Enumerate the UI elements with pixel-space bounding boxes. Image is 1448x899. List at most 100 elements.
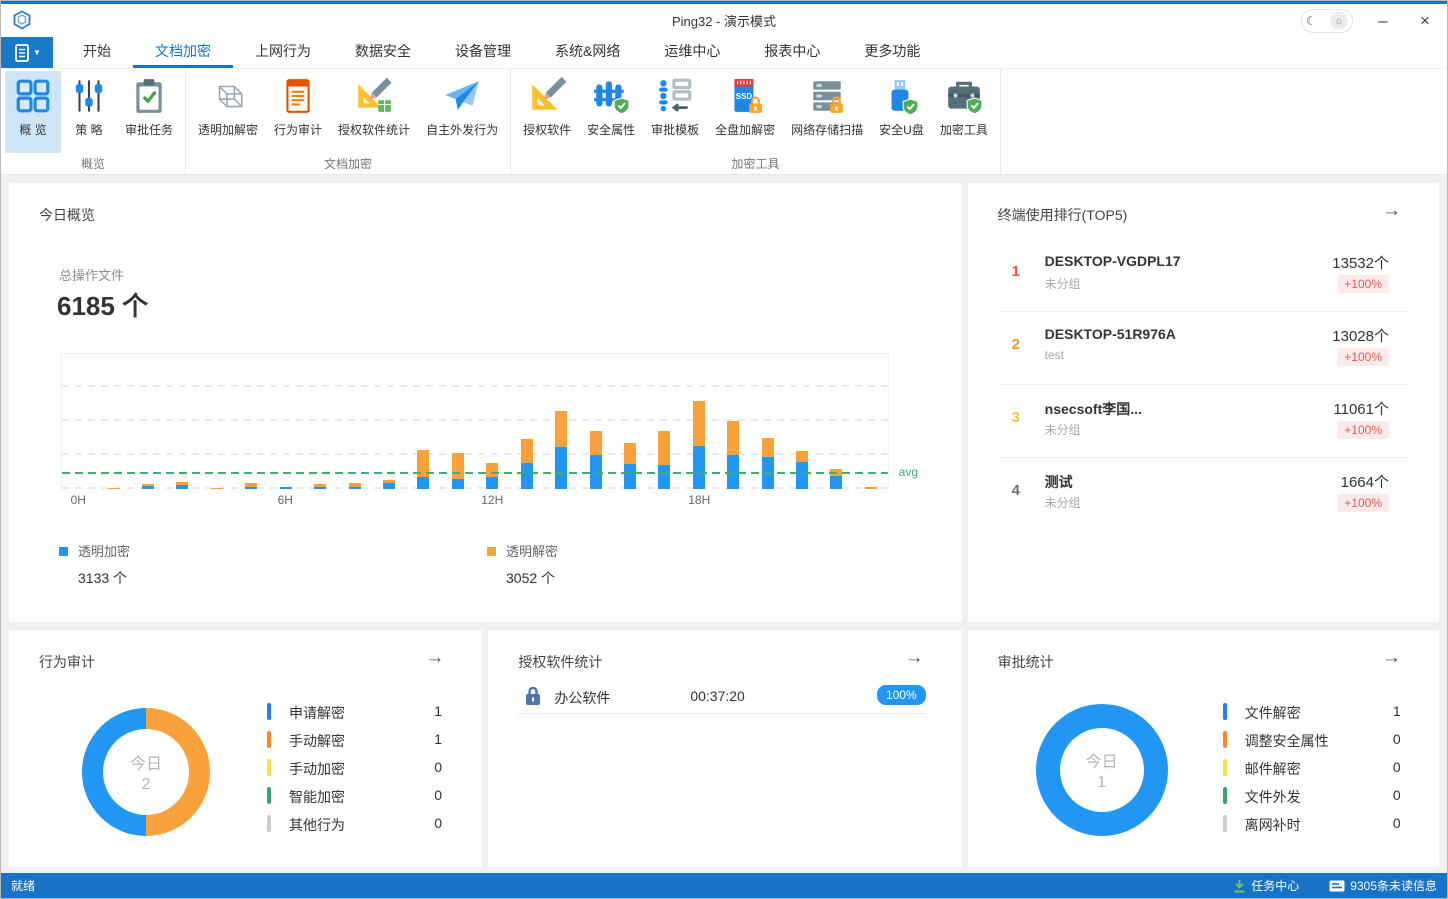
donut-center-value: 2 [142, 776, 151, 794]
stacked-bar [211, 488, 223, 489]
top5-row[interactable]: 2 DESKTOP-51R976A test 13028个 +100% [998, 312, 1409, 385]
behavior-audit-button[interactable]: 行为审计 [266, 71, 330, 153]
terminal-group: 未分组 [1045, 494, 1081, 511]
task-center-label: 任务中心 [1251, 877, 1299, 894]
tab-system-network[interactable]: 系统&网络 [533, 37, 642, 68]
arrow-right-icon[interactable]: → [1382, 648, 1401, 667]
tab-data-security[interactable]: 数据安全 [333, 37, 433, 68]
statusbar: 就绪 任务中心 9305条未读信息 [1, 873, 1447, 898]
tab-more-features[interactable]: 更多功能 [842, 37, 942, 68]
security-attribute-button[interactable]: 安全属性 [579, 71, 643, 153]
overview-button-label: 概 览 [19, 121, 46, 138]
bar-slot-0h [62, 354, 96, 489]
legend-label: 文件解密 [1245, 703, 1301, 723]
legend-label: 文件外发 [1245, 787, 1301, 807]
moon-icon[interactable]: ☾ [1306, 14, 1317, 28]
legend-mark [267, 759, 271, 776]
rank-number: 1 [1012, 263, 1020, 280]
stacked-bar [555, 411, 567, 489]
bar-segment-encrypt [176, 485, 188, 489]
legend-row: 申请解密1 [267, 698, 442, 726]
transparent-encryption-button[interactable]: 透明加解密 [190, 71, 266, 153]
full-disk-encryption-button[interactable]: SSD 全盘加解密 [707, 71, 783, 153]
tab-document-encryption[interactable]: 文档加密 [133, 37, 233, 68]
top5-list: 1 DESKTOP-VGDPL17 未分组 13532个 +100% 2 DES… [998, 239, 1409, 531]
bar-slot-5h [234, 354, 268, 489]
ribbon-group-label: 概览 [5, 153, 181, 176]
network-storage-scan-button[interactable]: 网络存储扫描 [783, 71, 871, 153]
legend-label: 邮件解密 [1245, 759, 1301, 779]
top5-row[interactable]: 1 DESKTOP-VGDPL17 未分组 13532个 +100% [998, 239, 1409, 312]
bar-slot-15h [578, 354, 612, 489]
terminal-name: nsecsoft李国... [1045, 399, 1142, 419]
bar-segment-encrypt [486, 477, 498, 489]
software-duration: 00:37:20 [690, 688, 745, 704]
bar-segment-decrypt [658, 431, 670, 465]
authorized-software-label: 授权软件 [523, 121, 571, 138]
close-button[interactable]: × [1413, 11, 1437, 31]
bar-slot-21h [785, 354, 819, 489]
self-outgoing-button[interactable]: 自主外发行为 [418, 71, 506, 153]
message-icon [1329, 880, 1345, 892]
total-files-value: 6185 个 [57, 286, 148, 323]
clipboard-check-icon [130, 77, 168, 115]
bar-segment-decrypt [762, 438, 774, 457]
tab-web-behavior[interactable]: 上网行为 [233, 37, 333, 68]
legend-mark [1223, 731, 1227, 748]
task-center-button[interactable]: 任务中心 [1233, 877, 1299, 894]
tab-start[interactable]: 开始 [61, 37, 133, 68]
arrow-right-icon[interactable]: → [425, 648, 444, 667]
tab-ops-center[interactable]: 运维中心 [642, 37, 742, 68]
legend-row: 离网补时0 [1223, 810, 1401, 838]
bar-segment-encrypt [417, 477, 429, 489]
theme-toggle[interactable]: ☾ ☼ [1301, 9, 1353, 33]
secure-usb-button[interactable]: 安全U盘 [871, 71, 932, 153]
rank-number: 3 [1012, 409, 1020, 426]
legend-label: 离网补时 [1245, 815, 1301, 835]
approval-template-button[interactable]: 审批模板 [643, 71, 707, 153]
stacked-bar [417, 450, 429, 489]
bar-segment-decrypt [624, 443, 636, 464]
bar-slot-23h [854, 354, 888, 489]
sun-icon[interactable]: ☼ [1330, 12, 1348, 30]
ruler-pencil-table-icon [355, 77, 393, 115]
stacked-bar [314, 484, 326, 489]
bar-slot-16h [613, 354, 647, 489]
approval-tasks-button[interactable]: 审批任务 [117, 71, 181, 153]
terminal-count: 13028个 [1332, 325, 1389, 346]
tab-report-center[interactable]: 报表中心 [742, 37, 842, 68]
encryption-tools-button[interactable]: 加密工具 [932, 71, 996, 153]
bar-segment-decrypt [796, 451, 808, 462]
bars-container [62, 354, 888, 489]
file-menu-button[interactable]: ▼ [1, 37, 53, 68]
software-row[interactable]: 办公软件 00:37:20 100% [518, 680, 925, 714]
authorized-software-stats-label: 授权软件统计 [338, 121, 410, 138]
ruler-pencil-icon [528, 77, 566, 115]
approval-stats-card: 审批统计 → 今日 1 文件解密1 调整安全属性0 邮件解密0 文件外发0 离网… [968, 630, 1439, 867]
top5-row[interactable]: 4 测试 未分组 1664个 +100% [998, 458, 1409, 531]
minimize-button[interactable]: – [1371, 11, 1395, 31]
lock-icon [524, 686, 542, 706]
tab-device-management[interactable]: 设备管理 [433, 37, 533, 68]
grid-icon [14, 77, 52, 115]
delta-badge: +100% [1337, 348, 1389, 366]
authorized-software-stats-button[interactable]: 授权软件统计 [330, 71, 418, 153]
arrow-right-icon[interactable]: → [1382, 201, 1401, 220]
legend-swatch-decrypt [487, 547, 496, 556]
stacked-bar [176, 482, 188, 489]
unread-messages-button[interactable]: 9305条未读信息 [1329, 877, 1437, 894]
overview-button[interactable]: 概 览 [5, 71, 61, 153]
secure-usb-label: 安全U盘 [879, 121, 924, 138]
software-percent-badge: 100% [877, 685, 926, 705]
policy-button[interactable]: 策 略 [61, 71, 117, 153]
top5-row[interactable]: 3 nsecsoft李国... 未分组 11061个 +100% [998, 385, 1409, 458]
bar-slot-18h [682, 354, 716, 489]
legend-count-decrypt: 3052 个 [506, 568, 558, 588]
behavior-audit-title: 行为审计 [39, 652, 95, 672]
legend-mark [1223, 759, 1227, 776]
bar-slot-2h [131, 354, 165, 489]
bar-slot-11h [441, 354, 475, 489]
authorized-software-button[interactable]: 授权软件 [515, 71, 579, 153]
transparent-encryption-label: 透明加解密 [198, 121, 258, 138]
arrow-right-icon[interactable]: → [905, 648, 924, 667]
